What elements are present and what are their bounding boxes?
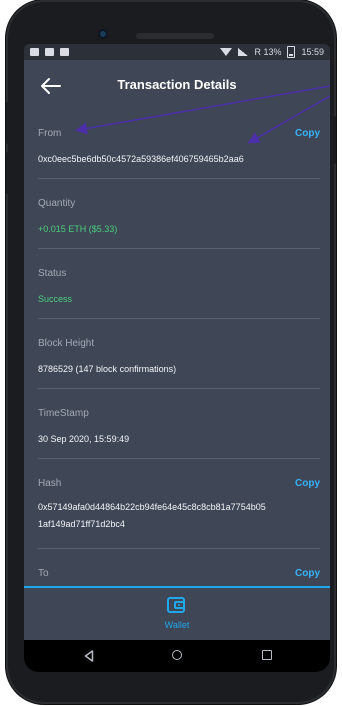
earpiece-speaker: [136, 33, 214, 39]
signal-icon: [238, 48, 249, 56]
block-height-label: Block Height: [38, 338, 95, 349]
wallet-icon[interactable]: [167, 597, 185, 613]
hash-label: Hash: [38, 478, 62, 489]
message-icon: [45, 48, 54, 56]
image-icon: [60, 48, 69, 56]
timestamp-section: TimeStamp 30 Sep 2020, 15:59:49: [38, 408, 320, 448]
volume-down-button: [6, 152, 12, 194]
divider: [38, 318, 320, 319]
battery-icon: [287, 46, 296, 58]
hash-value: 0x57149afa0d44864b22cb94fe64e45c8c8cb81a…: [38, 499, 320, 533]
wifi-icon: [220, 48, 233, 56]
status-value: Success: [38, 294, 73, 304]
copy-hash-button[interactable]: Copy: [295, 478, 320, 489]
app-screen: R 13% 15:59 Transaction Details From Cop…: [24, 44, 330, 672]
system-navigation-bar: [24, 640, 330, 672]
phone-frame: R 13% 15:59 Transaction Details From Cop…: [6, 0, 336, 704]
front-camera: [98, 29, 108, 39]
quantity-value: +0.015 ETH ($5.33): [38, 224, 118, 234]
battery-text: R 13%: [254, 47, 282, 57]
status-bar: R 13% 15:59: [24, 44, 330, 60]
quantity-label: Quantity: [38, 198, 76, 209]
copy-from-button[interactable]: Copy: [295, 128, 320, 139]
quantity-section: Quantity +0.015 ETH ($5.33): [38, 198, 320, 238]
from-address: 0xc0eec5be6db50c4572a59386ef406759465b2a…: [38, 154, 244, 164]
copy-to-button[interactable]: Copy: [295, 568, 320, 579]
to-label: To: [38, 568, 49, 579]
status-time: 15:59: [301, 47, 324, 57]
divider: [38, 548, 320, 549]
timestamp-label: TimeStamp: [38, 408, 89, 419]
divider: [38, 388, 320, 389]
triangle-left-icon[interactable]: [84, 650, 94, 662]
wallet-tab-label[interactable]: Wallet: [24, 620, 330, 630]
page-title: Transaction Details: [117, 77, 237, 92]
divider: [38, 178, 320, 179]
circle-icon[interactable]: [172, 650, 182, 660]
divider: [38, 248, 320, 249]
status-label: Status: [38, 268, 67, 279]
transaction-details: From Copy 0xc0eec5be6db50c4572a59386ef40…: [24, 112, 330, 586]
bottom-nav: Wallet: [24, 586, 330, 642]
divider: [38, 458, 320, 459]
from-section: From Copy 0xc0eec5be6db50c4572a59386ef40…: [38, 128, 320, 168]
from-label: From: [38, 128, 62, 139]
block-height-section: Block Height 8786529 (147 block confirma…: [38, 338, 320, 378]
hash-line-1: 0x57149afa0d44864b22cb94fe64e45c8c8cb81a…: [38, 502, 266, 512]
notification-icon: [30, 48, 39, 56]
power-button: [330, 116, 336, 164]
hash-line-2: 1af149ad71ff71d2bc4: [38, 519, 125, 529]
to-section: To Copy: [38, 568, 320, 579]
hash-section: Hash Copy 0x57149afa0d44864b22cb94fe64e4…: [38, 478, 320, 533]
volume-up-button: [6, 102, 12, 144]
timestamp-value: 30 Sep 2020, 15:59:49: [38, 434, 130, 444]
app-bar: Transaction Details: [24, 60, 330, 112]
square-icon[interactable]: [262, 650, 272, 660]
block-height-value: 8786529 (147 block confirmations): [38, 364, 177, 374]
status-section: Status Success: [38, 268, 320, 308]
